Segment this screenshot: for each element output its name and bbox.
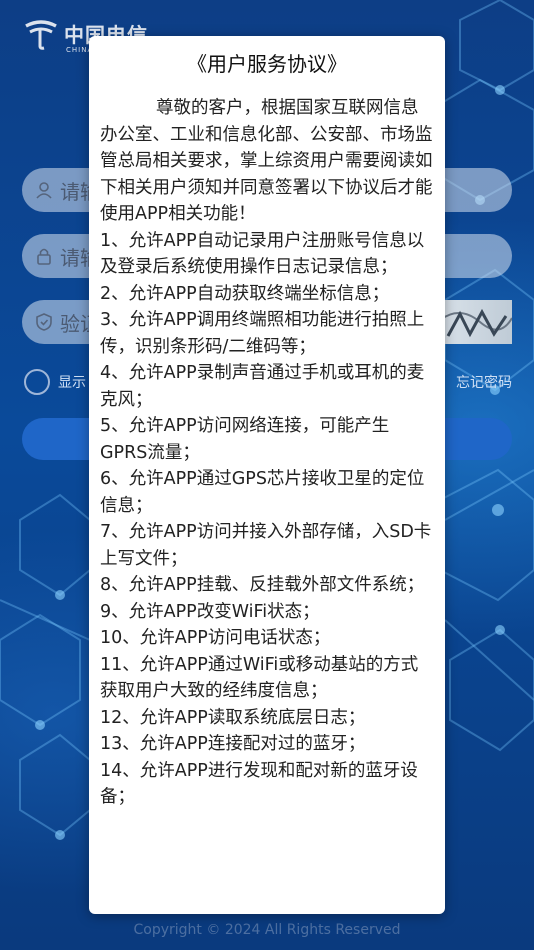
show-password-label: 显示 xyxy=(58,375,86,391)
user-icon xyxy=(36,182,52,199)
captcha-noise-icon xyxy=(440,308,512,338)
agreement-item: 12、允许APP读取系统底层日志； xyxy=(100,707,366,728)
forgot-password-link[interactable]: 忘记密码 xyxy=(456,372,512,392)
user-agreement-dialog[interactable]: 《用户服务协议》 尊敬的客户，根据国家互联网信息办公室、工业和信息化部、公安部、… xyxy=(89,36,445,914)
agreement-item: 4、允许APP录制声音通过手机或耳机的麦克风； xyxy=(100,363,425,410)
agreement-item: 3、允许APP调用终端照相功能进行拍照上传，识别条形码/二维码等； xyxy=(100,310,425,357)
agreement-item: 7、允许APP访问并接入外部存储，入SD卡上写文件； xyxy=(100,522,432,569)
lock-icon xyxy=(37,248,51,265)
agreement-item: 8、允许APP挂载、反挂载外部文件系统； xyxy=(100,575,425,595)
agreement-item: 13、允许APP连接配对过的蓝牙； xyxy=(100,734,366,754)
agreement-item: 6、允许APP通过GPS芯片接收卫星的定位信息； xyxy=(100,469,425,516)
agreement-item: 5、允许APP访问网络连接，可能产生GPRS流量； xyxy=(100,416,390,463)
copyright-text: Copyright © 2024 All Rights Reserved xyxy=(133,922,401,938)
agreement-item: 9、允许APP改变WiFi状态； xyxy=(100,601,320,622)
dialog-title: 《用户服务协议》 xyxy=(187,52,347,76)
agreement-intro: 尊敬的客户，根据国家互联网信息办公室、工业和信息化部、公安部、市场监管总局相关要… xyxy=(100,98,433,224)
checkbox-circle-icon[interactable] xyxy=(24,369,50,395)
agreement-item: 11、允许APP通过WiFi或移动基站的方式获取用户大致的经纬度信息； xyxy=(100,654,419,702)
dialog-body[interactable]: 尊敬的客户，根据国家互联网信息办公室、工业和信息化部、公安部、市场监管总局相关要… xyxy=(89,95,445,811)
shield-icon xyxy=(36,313,52,331)
china-telecom-logo-icon xyxy=(25,20,57,50)
captcha-image[interactable] xyxy=(440,300,512,344)
agreement-item: 2、允许APP自动获取终端坐标信息； xyxy=(100,283,390,304)
agreement-item: 14、允许APP进行发现和配对新的蓝牙设备； xyxy=(100,760,418,808)
agreement-item: 10、允许APP访问电话状态； xyxy=(100,628,331,648)
agreement-item: 1、允许APP自动记录用户注册账号信息以及登录后系统使用操作日志记录信息； xyxy=(100,230,425,278)
show-password-option[interactable]: 显示 xyxy=(24,369,86,395)
